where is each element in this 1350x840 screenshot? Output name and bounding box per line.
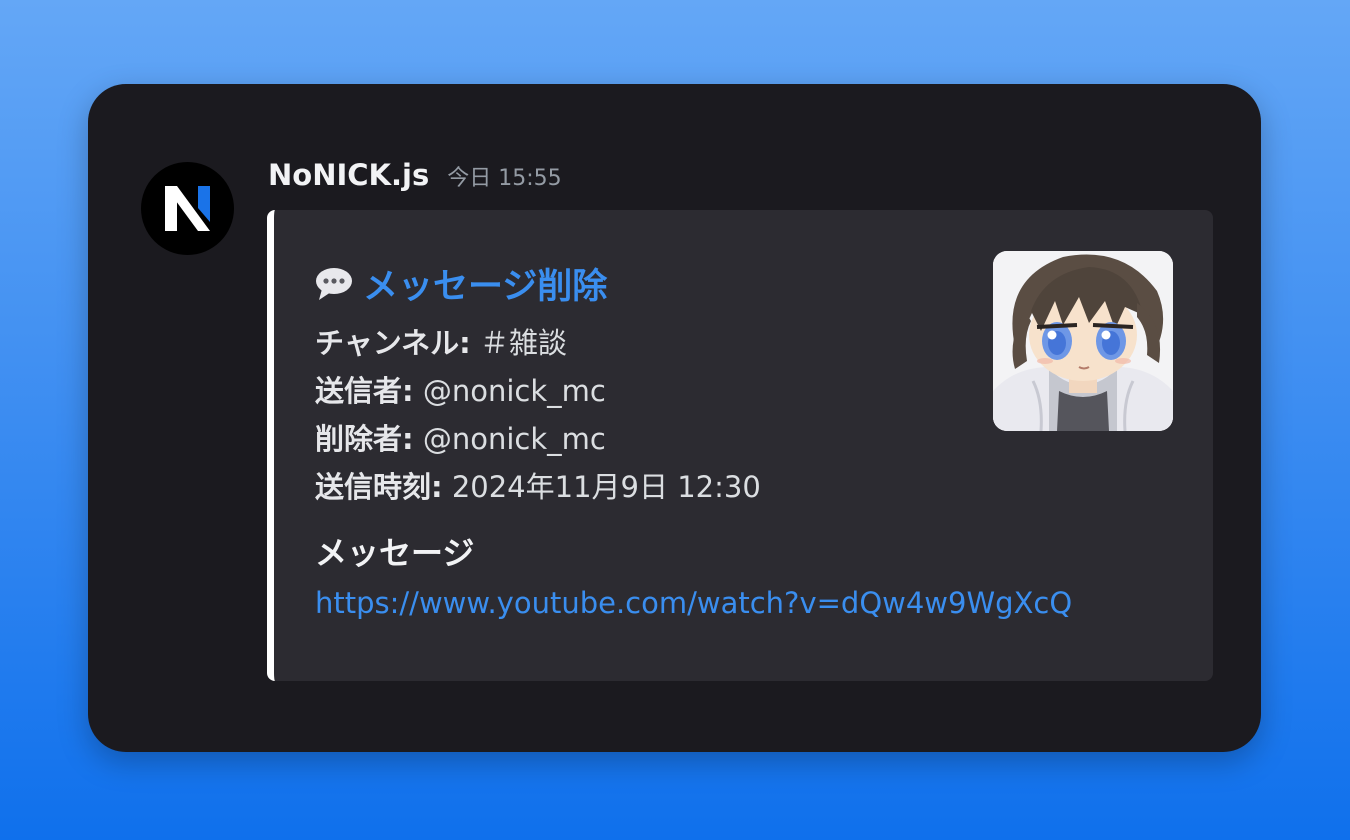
field-sender: 送信者: @nonick_mc — [315, 367, 761, 415]
field-label: 削除者: — [315, 422, 414, 456]
field-label: 送信時刻: — [315, 470, 443, 504]
message-section-title: メッセージ — [315, 534, 475, 572]
message-card: NoNICK.js 今日 15:55 メッセージ削除 チャンネル: ＃雑談 送信… — [88, 84, 1261, 752]
field-sent-time: 送信時刻: 2024年11月9日 12:30 — [315, 463, 761, 511]
message-header: NoNICK.js 今日 15:55 — [268, 158, 562, 198]
author-name[interactable]: NoNICK.js — [268, 158, 429, 192]
embed-thumbnail[interactable] — [993, 251, 1173, 431]
speech-bubble-icon — [316, 267, 352, 300]
message-link[interactable]: https://www.youtube.com/watch?v=dQw4w9Wg… — [315, 586, 1072, 620]
deleter-mention[interactable]: @nonick_mc — [423, 422, 606, 456]
channel-mention[interactable]: ＃雑談 — [480, 326, 567, 360]
field-channel: チャンネル: ＃雑談 — [315, 319, 761, 367]
field-deleter: 削除者: @nonick_mc — [315, 415, 761, 463]
message-timestamp: 今日 15:55 — [447, 166, 562, 191]
embed-title: メッセージ削除 — [315, 258, 607, 309]
embed: メッセージ削除 チャンネル: ＃雑談 送信者: @nonick_mc 削除者: … — [267, 210, 1213, 681]
field-label: チャンネル: — [315, 326, 471, 360]
embed-title-text: メッセージ削除 — [363, 267, 608, 307]
sent-time-value: 2024年11月9日 12:30 — [451, 470, 761, 504]
nonick-n-logo-icon — [165, 186, 210, 231]
sender-mention[interactable]: @nonick_mc — [423, 374, 606, 408]
field-label: 送信者: — [315, 374, 414, 408]
avatar[interactable] — [141, 162, 234, 255]
embed-fields: チャンネル: ＃雑談 送信者: @nonick_mc 削除者: @nonick_… — [315, 319, 761, 511]
anime-avatar-thumbnail — [993, 251, 1173, 431]
